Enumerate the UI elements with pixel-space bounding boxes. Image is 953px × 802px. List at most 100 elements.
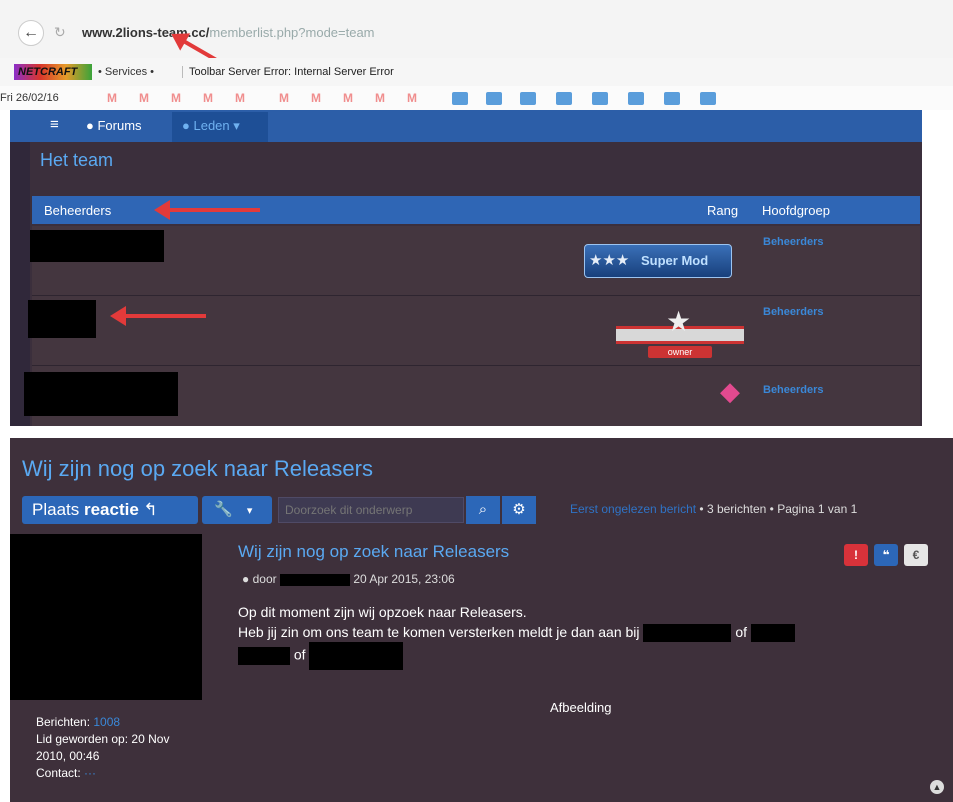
redacted-name (309, 642, 404, 671)
mail-icon[interactable]: M (404, 92, 420, 105)
redacted-name (238, 647, 290, 666)
menu-icon[interactable]: ≡ (50, 116, 59, 133)
post-line-1: Op dit moment zijn wij opzoek naar Relea… (238, 604, 527, 620)
profile-posts-value[interactable]: 1008 (93, 715, 120, 729)
redacted-name (750, 624, 795, 643)
group-header-name[interactable]: Beheerders (44, 203, 111, 218)
url-path: memberlist.php?mode=team (209, 25, 375, 40)
mail-icon[interactable]: M (340, 92, 356, 105)
pagination-text: • 3 berichten • Pagina 1 van 1 (696, 502, 858, 516)
post-title[interactable]: Wij zijn nog op zoek naar Releasers (238, 542, 509, 562)
mail-icon[interactable]: M (200, 92, 216, 105)
rank-label: Super Mod (641, 253, 709, 268)
users-icon: ● (182, 118, 190, 133)
nav-forums[interactable]: ● Forums (86, 118, 142, 133)
date-label: Fri 26/02/16 (0, 92, 59, 104)
toolbar-error: Toolbar Server Error: Internal Server Er… (182, 66, 394, 78)
reply-label-prefix: Plaats (32, 500, 84, 519)
url-field[interactable]: www.2lions-team.cc/memberlist.php?mode=t… (82, 25, 375, 40)
profile-posts: Berichten: 1008 (36, 714, 169, 731)
netcraft-logo[interactable]: NETCRAFT (14, 64, 92, 80)
profile-joined-label: Lid geworden op: (36, 732, 129, 746)
profile-joined: Lid geworden op: 20 Nov (36, 731, 169, 748)
mail-icon[interactable]: M (104, 92, 120, 105)
topic-search-input[interactable] (278, 497, 464, 523)
post-or-2: of (293, 647, 306, 663)
profile-contact-value[interactable]: ··· (84, 766, 96, 780)
mail-icon[interactable]: M (136, 92, 152, 105)
nav-forums-label: Forums (97, 118, 142, 133)
mail-icon[interactable]: M (168, 92, 184, 105)
post-date: 20 Apr 2015, 23:06 (353, 572, 455, 586)
calendar-icon[interactable] (556, 92, 572, 105)
profile-posts-label: Berichten: (36, 715, 91, 729)
star-icon: ★ (666, 306, 692, 337)
post-line-3: of (238, 642, 938, 671)
report-button[interactable]: ! (844, 544, 868, 566)
search-icon: ⌕ (478, 501, 488, 518)
rank-label: owner (648, 346, 712, 358)
gear-icon: ⚙ (512, 501, 526, 518)
back-button[interactable]: ← (18, 20, 44, 46)
page-title: Het team (40, 150, 114, 170)
annotation-arrow (154, 200, 260, 220)
scroll-top-icon[interactable]: ▲ (930, 780, 944, 794)
topic-tools-button[interactable]: 🔧 ▾ (202, 496, 272, 524)
calendar-icon[interactable] (520, 92, 536, 105)
mail-icon[interactable]: M (308, 92, 324, 105)
quote-button[interactable]: ❝ (874, 544, 898, 566)
profile-joined-value-2: 2010, 00:46 (36, 749, 100, 763)
services-menu[interactable]: • Services • (98, 66, 154, 78)
group-link[interactable]: Beheerders (763, 236, 824, 248)
bookmarks-bar: Fri 26/02/16 M M M M M M M M M M (0, 86, 953, 110)
calendar-icon[interactable] (664, 92, 680, 105)
mail-icon[interactable]: M (232, 92, 248, 105)
group-header-group: Hoofdgroep (762, 203, 830, 218)
browser-address-bar: ← ↻ www.2lions-team.cc/memberlist.php?mo… (0, 0, 953, 58)
chat-icon: ● (86, 118, 94, 133)
calendar-icon[interactable] (486, 92, 502, 105)
group-link[interactable]: Beheerders (763, 306, 824, 318)
calendar-icon[interactable] (628, 92, 644, 105)
post-meta: ● door 20 Apr 2015, 23:06 (242, 572, 455, 586)
nav-members-label: Leden (193, 118, 230, 133)
post-image-label: Afbeelding (550, 700, 612, 715)
advanced-search-button[interactable]: ⚙ (502, 496, 536, 524)
group-header-rank: Rang (707, 203, 739, 218)
first-unread-link[interactable]: Eerst ongelezen bericht (570, 502, 696, 516)
mail-icon[interactable]: M (372, 92, 388, 105)
stars-icon: ★★★ (589, 252, 630, 269)
redacted-username (30, 230, 164, 262)
group-link[interactable]: Beheerders (763, 384, 824, 396)
separator (0, 426, 953, 438)
reload-icon[interactable]: ↻ (54, 24, 66, 41)
calendar-icon[interactable] (700, 92, 716, 105)
wrench-icon: 🔧 (214, 501, 233, 518)
forum-nav-bar: ≡ ● Forums ● Leden ▾ (10, 110, 922, 142)
gem-icon: ◆ (720, 376, 740, 406)
redacted-username (28, 300, 96, 338)
calendar-icon[interactable] (592, 92, 608, 105)
nav-members[interactable]: ● Leden ▾ (182, 118, 240, 134)
avatar (10, 534, 202, 700)
search-button[interactable]: ⌕ (466, 496, 500, 524)
topic-title[interactable]: Wij zijn nog op zoek naar Releasers (22, 456, 373, 482)
table-row: ★★★ Super Mod Beheerders (30, 226, 920, 296)
annotation-arrow (110, 306, 206, 326)
topic-panel: Wij zijn nog op zoek naar Releasers Plaa… (10, 438, 953, 802)
clock-icon: ● (242, 572, 250, 586)
redacted-author (279, 573, 350, 586)
post-reply-button[interactable]: Plaats reactie ↰ (22, 496, 198, 524)
calendar-icon[interactable] (452, 92, 468, 105)
author-profile: Berichten: 1008 Lid geworden op: 20 Nov … (36, 714, 169, 782)
redacted-username (24, 372, 178, 416)
post-line-2-text: Heb jij zin om ons team te komen verster… (238, 624, 640, 640)
profile-contact: Contact: ··· (36, 765, 169, 782)
donate-button[interactable]: € (904, 544, 928, 566)
rank-badge-supermod: ★★★ Super Mod (584, 244, 732, 278)
post-author-prefix: door (252, 572, 277, 586)
reply-icon: ↰ (143, 500, 158, 519)
mail-icon[interactable]: M (276, 92, 292, 105)
profile-contact-label: Contact: (36, 766, 81, 780)
profile-joined-value-1: 20 Nov (131, 732, 170, 746)
